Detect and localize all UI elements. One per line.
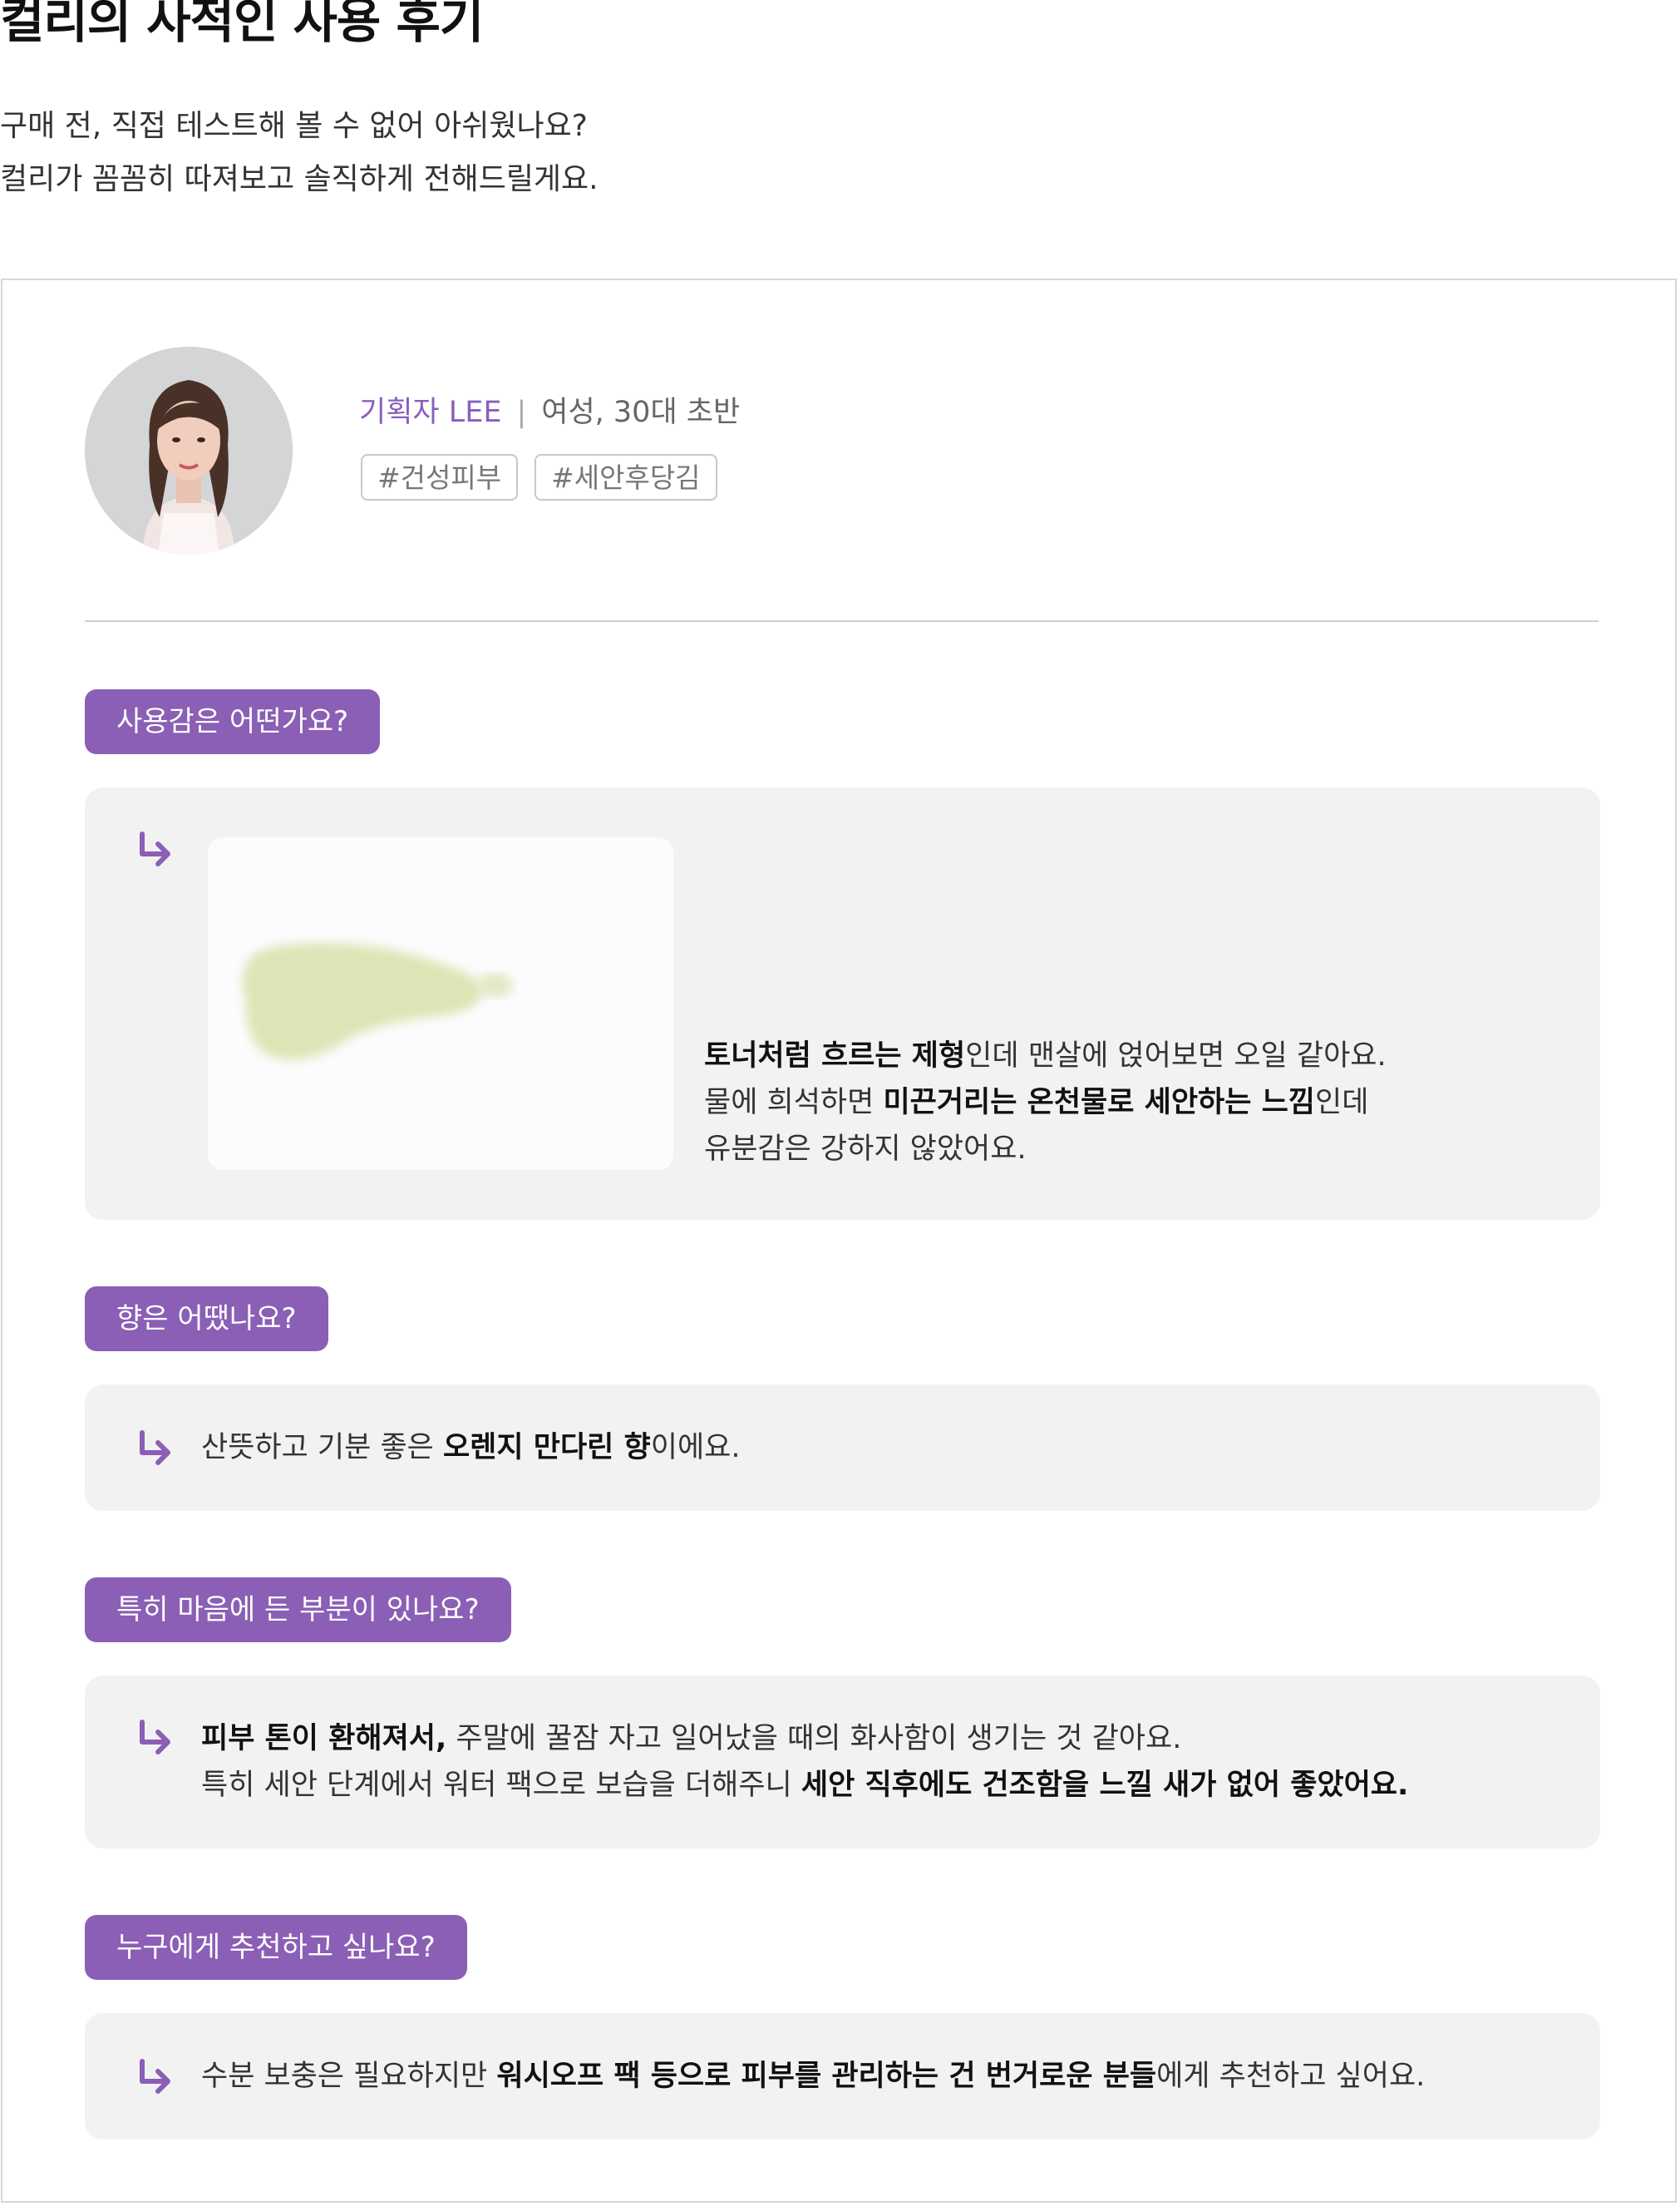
reviewer-name: 기획자 LEE — [359, 396, 502, 429]
answer-text: 피부 톤이 환해져서, 주말에 꿀잠 자고 일어났을 때의 화사함이 생기는 것… — [201, 1715, 1408, 1809]
meta-separator: | — [516, 396, 527, 429]
answer-line: 산뜻하고 기분 좋은 오렌지 만다린 향이에요. — [201, 1424, 741, 1471]
answer-emphasis: 오렌지 만다린 향 — [442, 1431, 651, 1464]
answer-line: 수분 보충은 필요하지만 워시오프 팩 등으로 피부를 관리하는 건 번거로운 … — [201, 2053, 1425, 2100]
return-arrow-icon — [140, 1430, 170, 1465]
answer-emphasis: 피부 톤이 환해져서, — [201, 1722, 447, 1755]
answer-line: 토너처럼 흐르는 제형인데 맨살에 얹어보면 오일 같아요. — [704, 1033, 1387, 1079]
answer-line: 물에 희석하면 미끈거리는 온천물로 세안하는 느낌인데 — [704, 1079, 1387, 1126]
answer-line: 유분감은 강하지 않았어요. — [704, 1126, 1387, 1172]
texture-swatch-image — [208, 837, 673, 1170]
answer-line: 특히 세안 단계에서 워터 팩으로 보습을 더해주니 세안 직후에도 건조함을 … — [201, 1762, 1408, 1809]
reviewer-tags: #건성피부 #세안후당김 — [361, 454, 717, 501]
answer-scent: 산뜻하고 기분 좋은 오렌지 만다린 향이에요. — [85, 1384, 1600, 1511]
answer-emphasis: 워시오프 팩 등으로 피부를 관리하는 건 번거로운 분들 — [496, 2060, 1157, 2093]
answer-plain: 에게 추천하고 싶어요. — [1156, 2060, 1426, 2093]
return-arrow-icon — [140, 2059, 170, 2094]
reviewer-avatar — [85, 347, 293, 555]
answer-plain: 이에요. — [650, 1431, 741, 1464]
answer-plain: 특히 세안 단계에서 워터 팩으로 보습을 더해주니 — [201, 1769, 801, 1802]
intro-line: 컬리가 꼼꼼히 따져보고 솔직하게 전해드릴게요. — [0, 162, 599, 196]
intro-line: 구매 전, 직접 테스트해 볼 수 없어 아쉬웠나요? — [0, 109, 588, 143]
answer-text: 수분 보충은 필요하지만 워시오프 팩 등으로 피부를 관리하는 건 번거로운 … — [201, 2053, 1425, 2100]
reviewer-meta: 기획자 LEE | 여성, 30대 초반 — [359, 388, 740, 431]
answer-favorite: 피부 톤이 환해져서, 주말에 꿀잠 자고 일어났을 때의 화사함이 생기는 것… — [85, 1675, 1600, 1848]
answer-emphasis: 토너처럼 흐르는 제형 — [704, 1039, 966, 1073]
intro-text: 구매 전, 직접 테스트해 볼 수 없어 아쉬웠나요? 컬리가 꼼꼼히 따져보고… — [0, 100, 599, 206]
question-texture: 사용감은 어떤가요? — [85, 689, 381, 754]
return-arrow-icon — [140, 832, 170, 866]
answer-plain: 유분감은 강하지 않았어요. — [704, 1133, 1027, 1166]
answer-text: 토너처럼 흐르는 제형인데 맨살에 얹어보면 오일 같아요. 물에 희석하면 미… — [704, 1033, 1387, 1172]
answer-text: 산뜻하고 기분 좋은 오렌지 만다린 향이에요. — [201, 1424, 741, 1471]
answer-plain: 인데 — [1315, 1086, 1369, 1119]
reviewer-photo — [85, 347, 293, 555]
tag-dry-skin: #건성피부 — [361, 454, 519, 501]
answer-plain: 산뜻하고 기분 좋은 — [201, 1431, 443, 1464]
answer-emphasis: 미끈거리는 온천물로 세안하는 느낌 — [883, 1086, 1316, 1119]
answer-line: 피부 톤이 환해져서, 주말에 꿀잠 자고 일어났을 때의 화사함이 생기는 것… — [201, 1715, 1408, 1762]
review-card: 기획자 LEE | 여성, 30대 초반 #건성피부 #세안후당김 사용감은 어떤가… — [1, 279, 1677, 2203]
answer-texture: 토너처럼 흐르는 제형인데 맨살에 얹어보면 오일 같아요. 물에 희석하면 미… — [85, 787, 1600, 1220]
question-recommend: 누구에게 추천하고 싶나요? — [85, 1915, 467, 1980]
answer-emphasis: 세안 직후에도 건조함을 느낄 새가 없어 좋았어요. — [801, 1769, 1409, 1802]
answer-recommend: 수분 보충은 필요하지만 워시오프 팩 등으로 피부를 관리하는 건 번거로운 … — [85, 2013, 1600, 2139]
return-arrow-icon — [140, 1720, 170, 1754]
page-title: 컬리의 사적인 사용 후기 — [0, 0, 484, 49]
reviewer-info: 여성, 30대 초반 — [541, 396, 741, 429]
answer-plain: 수분 보충은 필요하지만 — [201, 2060, 497, 2093]
tag-after-wash-tightness: #세안후당김 — [535, 454, 717, 501]
divider — [85, 620, 1599, 622]
question-favorite: 특히 마음에 든 부분이 있나요? — [85, 1577, 511, 1642]
answer-plain: 인데 맨살에 얹어보면 오일 같아요. — [965, 1039, 1387, 1073]
answer-plain: 주말에 꿀잠 자고 일어났을 때의 화사함이 생기는 것 같아요. — [446, 1722, 1182, 1755]
answer-plain: 물에 희석하면 — [704, 1086, 884, 1119]
question-scent: 향은 어땠나요? — [85, 1286, 328, 1351]
